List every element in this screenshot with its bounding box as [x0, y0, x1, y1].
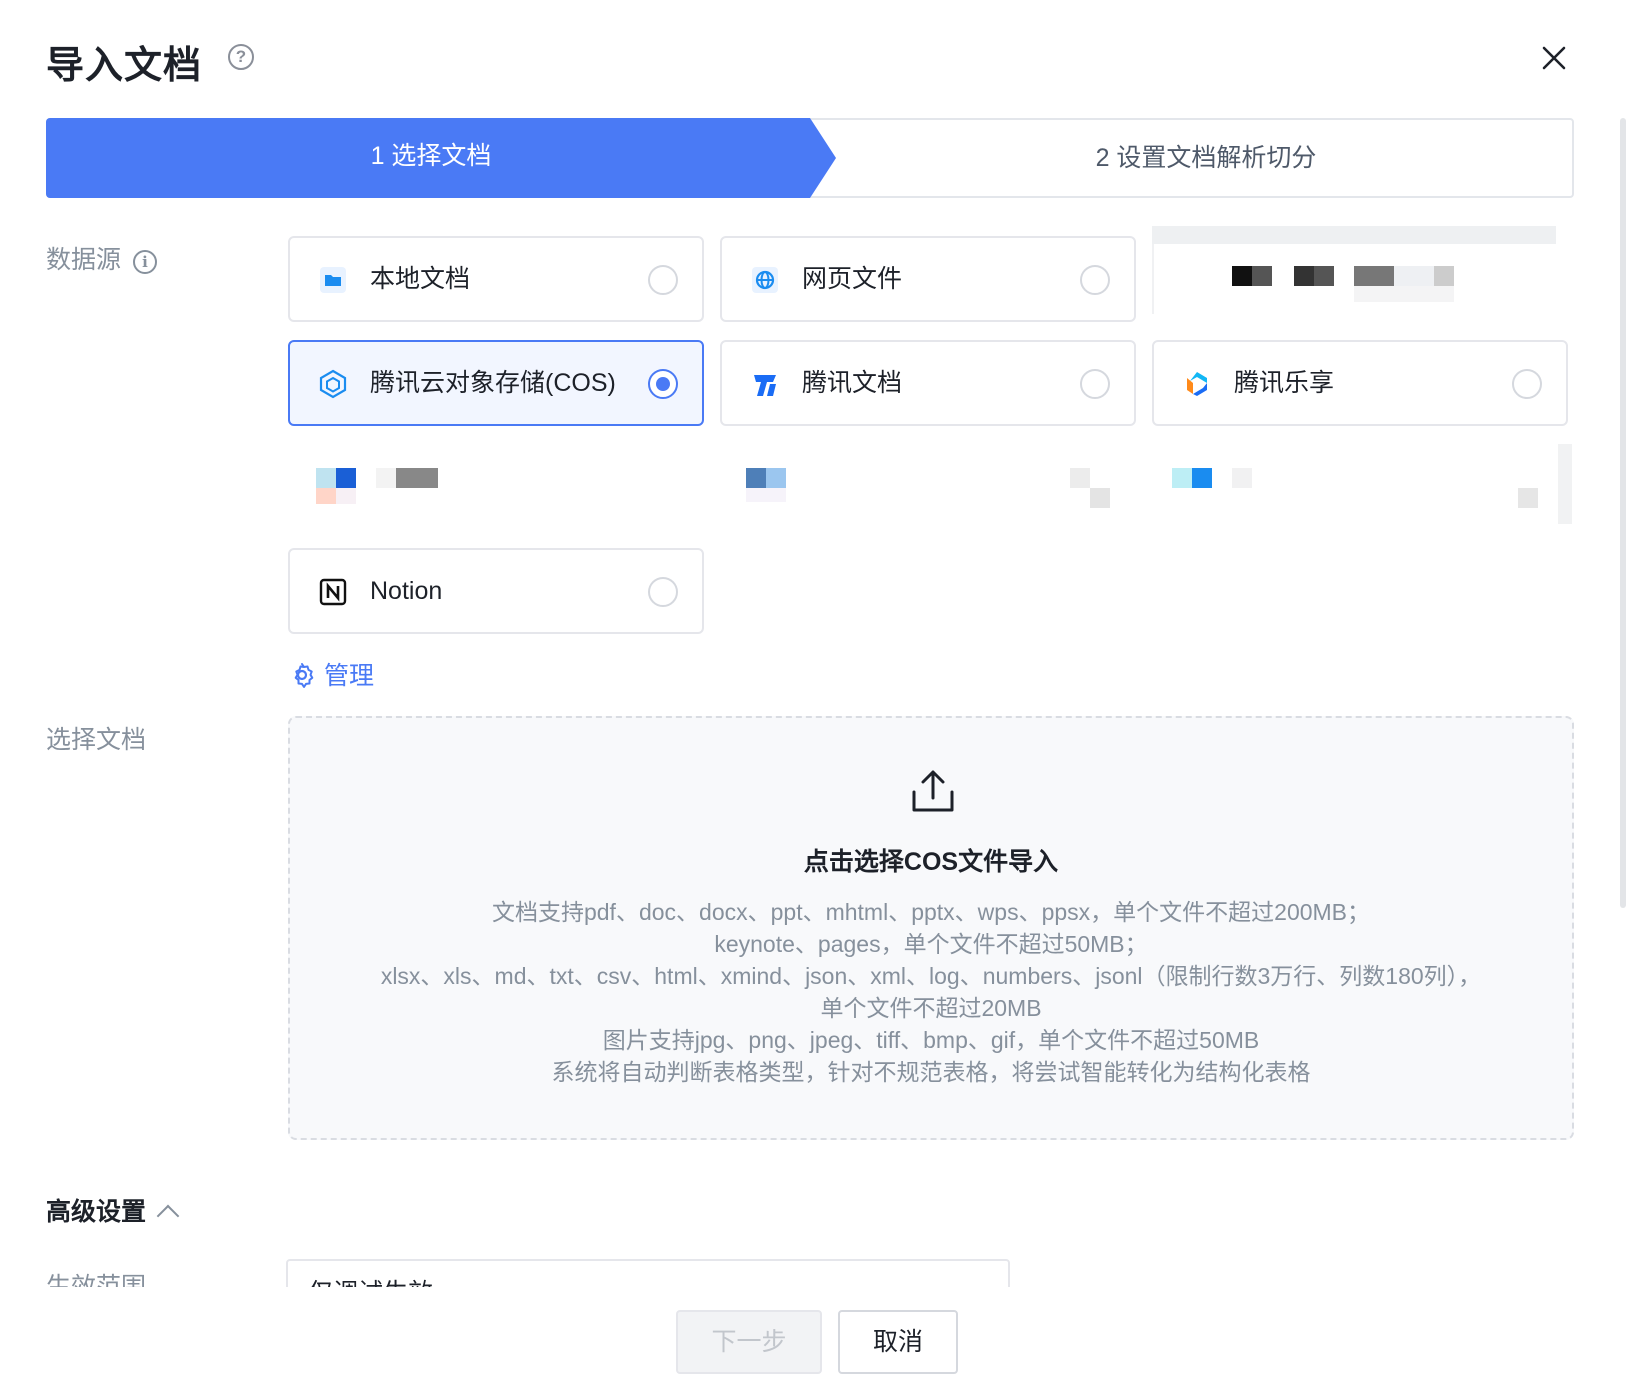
radio-button[interactable]	[648, 265, 678, 295]
upload-hint-line: 系统将自动判断表格类型，针对不规范表格，将尝试智能转化为结构化表格	[551, 1059, 1311, 1085]
scope-select[interactable]: 仅调试生效	[286, 1259, 1010, 1287]
scope-label: 生效范围	[46, 1273, 147, 1287]
upload-hint: 文档支持pdf、doc、docx、ppt、mhtml、pptx、wps、ppsx…	[290, 896, 1572, 1088]
source-card-tencent-docs[interactable]: 腾讯文档	[720, 340, 1136, 426]
blurred-source-card	[1152, 444, 1572, 530]
tencent-lexiang-icon	[1182, 369, 1212, 399]
upload-hint-line: 单个文件不超过20MB	[820, 995, 1042, 1021]
source-card-label: 本地文档	[370, 265, 471, 293]
source-card-label: Notion	[370, 577, 443, 605]
advanced-settings-toggle[interactable]: 高级设置	[46, 1192, 180, 1228]
blurred-source-card	[1152, 226, 1568, 314]
radio-button-selected[interactable]	[648, 369, 678, 399]
upload-hint-line: 文档支持pdf、doc、docx、ppt、mhtml、pptx、wps、ppsx…	[491, 899, 1371, 925]
import-document-dialog: 导入文档 ? 1 选择文档 2 设置文档解析切分 数据源 i 本地文档 网页文件	[0, 0, 1630, 1396]
step-1-label: 1 选择文档	[370, 142, 492, 170]
data-source-label: 数据源 i	[46, 240, 158, 276]
globe-icon	[750, 265, 780, 295]
question-circle-icon[interactable]: ?	[228, 44, 254, 70]
select-document-label: 选择文档	[46, 726, 147, 754]
cancel-button[interactable]: 取消	[838, 1310, 958, 1374]
source-card-label: 网页文件	[802, 265, 903, 293]
dialog-title: 导入文档	[46, 45, 203, 87]
scope-value: 仅调试生效	[308, 1273, 433, 1287]
upload-icon	[910, 768, 956, 814]
next-step-button[interactable]: 下一步	[676, 1310, 822, 1374]
upload-title: 点击选择COS文件导入	[803, 848, 1059, 876]
scope-row: 生效范围 仅调试生效	[0, 1255, 1630, 1287]
upload-hint-line: 图片支持jpg、png、jpeg、tiff、bmp、gif，单个文件不超过50M…	[602, 1027, 1260, 1053]
blurred-source-card	[720, 444, 1136, 530]
source-card-tencent-lexiang[interactable]: 腾讯乐享	[1152, 340, 1568, 426]
advanced-settings-label: 高级设置	[46, 1198, 147, 1226]
source-card-label: 腾讯乐享	[1234, 369, 1335, 397]
radio-button[interactable]	[648, 577, 678, 607]
step-1: 1 选择文档	[46, 118, 836, 198]
data-source-label-text: 数据源	[46, 246, 122, 274]
radio-button[interactable]	[1080, 369, 1110, 399]
radio-button[interactable]	[1080, 265, 1110, 295]
step-2-label: 2 设置文档解析切分	[1095, 144, 1317, 172]
source-card-label: 腾讯文档	[802, 369, 903, 397]
source-card-cos[interactable]: 腾讯云对象存储(COS)	[288, 340, 704, 426]
upload-hint-line: xlsx、xls、md、txt、csv、html、xmind、json、xml、…	[380, 963, 1482, 989]
manage-link[interactable]: 管理	[288, 656, 374, 692]
radio-button[interactable]	[1512, 369, 1542, 399]
upload-hint-line: keynote、pages，单个文件不超过50MB；	[714, 931, 1148, 957]
source-card-local[interactable]: 本地文档	[288, 236, 704, 322]
gear-icon	[294, 663, 314, 688]
source-card-web[interactable]: 网页文件	[720, 236, 1136, 322]
tencent-docs-icon	[750, 369, 780, 399]
scrollbar[interactable]	[1620, 118, 1626, 908]
cos-cube-icon	[318, 369, 348, 399]
chevron-up-icon	[156, 1204, 180, 1228]
step-indicator: 1 选择文档 2 设置文档解析切分	[46, 118, 1574, 198]
source-card-notion[interactable]: Notion	[288, 548, 704, 634]
source-card-label: 腾讯云对象存储(COS)	[370, 369, 616, 397]
close-icon[interactable]	[1538, 42, 1570, 74]
upload-dropzone[interactable]: 点击选择COS文件导入 文档支持pdf、doc、docx、ppt、mhtml、p…	[288, 716, 1574, 1140]
blurred-source-card	[288, 444, 704, 530]
manage-label: 管理	[324, 662, 375, 690]
folder-icon	[318, 265, 348, 295]
info-circle-icon[interactable]: i	[133, 250, 158, 274]
notion-icon	[318, 577, 348, 607]
